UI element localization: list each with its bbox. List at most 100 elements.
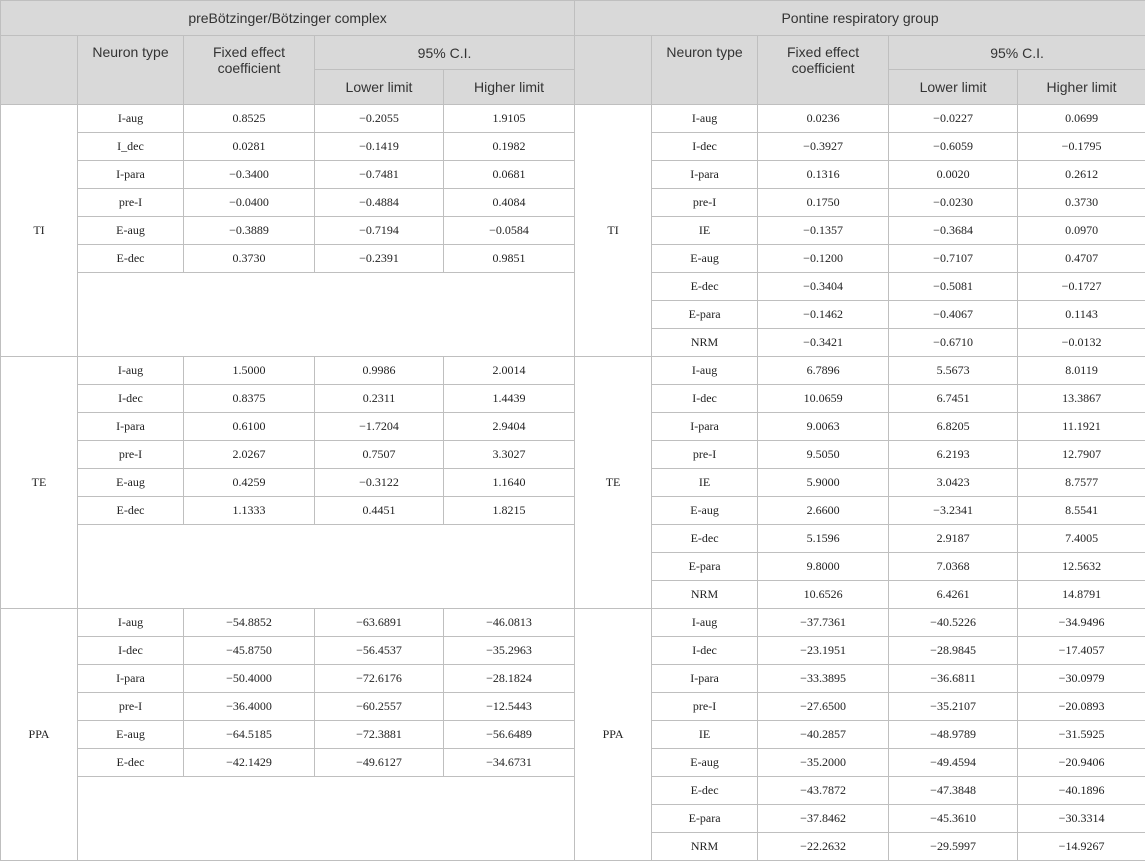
right-higher-limit-cell: −17.4057 [1017, 636, 1145, 665]
coefficients-table: preBötzinger/Bötzinger complex Pontine r… [0, 0, 1145, 861]
left-fixed-effect-cell: −0.3400 [183, 160, 315, 189]
left-fixed-effect-cell: 1.1333 [183, 496, 315, 525]
right-fixed-effect-cell: 9.8000 [757, 552, 890, 581]
right-fixed-effect-cell: −37.8462 [757, 804, 890, 833]
left-higher-limit-cell: −34.6731 [442, 748, 576, 777]
left-higher-limit-cell: 1.8215 [442, 496, 576, 525]
left-neuron-type-cell: I-dec [77, 636, 184, 665]
left-lower-limit-cell: −0.4884 [314, 188, 444, 217]
right-lower-limit-cell: 5.5673 [888, 356, 1019, 385]
left-neuron-type-cell: I-aug [77, 608, 184, 637]
right-higher-limit-cell: −0.1727 [1017, 272, 1145, 301]
right-higher-limit-cell: −14.9267 [1017, 832, 1145, 861]
right-lower-limit-cell: 6.2193 [888, 440, 1019, 469]
right-lower-limit-cell: −0.6059 [888, 132, 1019, 161]
left-higher-limit-cell: −28.1824 [442, 664, 576, 693]
left-lower-limit-cell: −56.4537 [314, 636, 444, 665]
empty-cell [76, 776, 576, 861]
right-higher-limit-cell: 0.2612 [1017, 160, 1145, 189]
left-fixed-effect-cell: −0.0400 [183, 188, 315, 217]
left-lower-limit-cell: −0.2055 [314, 104, 444, 133]
right-neuron-type-cell: I-para [651, 664, 759, 693]
right-section-label: TE [574, 356, 653, 609]
right-neuron-type-cell: IE [651, 216, 759, 245]
right-blank-header [574, 35, 653, 105]
left-neuron-type-cell: I-aug [77, 104, 184, 133]
right-higher-limit-cell: −30.0979 [1017, 664, 1145, 693]
left-lower-limit-cell: −60.2557 [314, 692, 444, 721]
right-fixed-effect-cell: −0.3421 [757, 328, 890, 357]
right-lower-limit-cell: −0.4067 [888, 300, 1019, 329]
right-fixed-effect-cell: −35.2000 [757, 748, 890, 777]
empty-cell [76, 524, 576, 609]
left-fixed-effect-header: Fixed effect coefficient [183, 35, 315, 105]
right-group-header: Pontine respiratory group [574, 0, 1145, 36]
right-lower-limit-cell: −45.3610 [888, 804, 1019, 833]
left-neuron-type-cell: pre-I [77, 440, 184, 469]
right-lower-limit-cell: −28.9845 [888, 636, 1019, 665]
right-lower-limit-cell: 7.0368 [888, 552, 1019, 581]
left-fixed-effect-cell: −45.8750 [183, 636, 315, 665]
left-fixed-effect-cell: −36.4000 [183, 692, 315, 721]
right-lower-limit-cell: −0.3684 [888, 216, 1019, 245]
right-neuron-type-cell: E-para [651, 804, 759, 833]
left-neuron-type-cell: E-aug [77, 216, 184, 245]
right-neuron-type-cell: pre-I [651, 188, 759, 217]
left-fixed-effect-cell: −42.1429 [183, 748, 315, 777]
table-row: E-dec −42.1429 −49.6127 −34.6731 E-aug −35.20… [1, 748, 1145, 777]
right-higher-limit-cell: 13.3867 [1017, 384, 1145, 413]
right-lower-limit-cell: 6.4261 [888, 580, 1019, 609]
left-lower-limit-cell: −49.6127 [314, 748, 444, 777]
right-fixed-effect-cell: −40.2857 [757, 720, 890, 749]
right-lower-limit-cell: −48.9789 [888, 720, 1019, 749]
left-fixed-effect-cell: 0.4259 [183, 468, 315, 497]
left-higher-limit-cell: 1.1640 [442, 468, 576, 497]
table-body: TI I-aug 0.8525 −0.2055 1.9105 TI I-aug 0.0236−… [0, 104, 1145, 861]
left-fixed-effect-cell: 0.0281 [183, 132, 315, 161]
right-ci-header: 95% C.I. [888, 35, 1145, 70]
left-higher-limit-cell: 1.4439 [442, 384, 576, 413]
left-higher-limit-cell: 0.0681 [442, 160, 576, 189]
right-neuron-type-cell: E-aug [651, 244, 759, 273]
left-lower-limit-cell: −72.3881 [314, 720, 444, 749]
table-row: E-dec 1.1333 0.4451 1.8215 E-aug 2.6600 −3.234… [1, 496, 1145, 525]
right-neuron-type-cell: E-dec [651, 272, 759, 301]
left-section-label: TI [0, 104, 78, 357]
right-fixed-effect-cell: −27.6500 [757, 692, 890, 721]
left-neuron-type-cell: pre-I [77, 188, 184, 217]
table-row: TI I-aug 0.8525 −0.2055 1.9105 TI I-aug 0.0236−… [0, 104, 1145, 357]
table-row: E-aug 0.4259 −0.3122 1.1640 IE 5.9000 3.0423 8.… [1, 468, 1145, 497]
left-lower-limit-cell: 0.4451 [314, 496, 444, 525]
right-fixed-effect-cell: −0.1462 [757, 300, 890, 329]
left-lower-limit-cell: −0.7481 [314, 160, 444, 189]
right-fixed-effect-cell: 10.6526 [757, 580, 890, 609]
right-fixed-effect-cell: −22.2632 [757, 832, 890, 861]
left-section-label: PPA [0, 608, 78, 861]
right-neuron-type-cell: I-dec [651, 384, 759, 413]
right-lower-limit-cell: 6.7451 [888, 384, 1019, 413]
right-neuron-type-cell: NRM [651, 328, 759, 357]
left-fixed-effect-cell: −0.3889 [183, 216, 315, 245]
left-higher-limit-cell: 0.9851 [442, 244, 576, 273]
right-higher-limit-cell: 0.4707 [1017, 244, 1145, 273]
table-row: pre-I 2.0267 0.7507 3.3027 pre-I 9.5050 6.2193… [1, 440, 1145, 469]
left-lower-limit-cell: 0.9986 [314, 356, 444, 385]
right-neuron-type-cell: E-dec [651, 776, 759, 805]
right-neuron-type-cell: E-para [651, 552, 759, 581]
table-row: E-dec −0.3404 −0.5081 −0.1727 [1, 272, 1145, 357]
left-neuron-type-cell: pre-I [77, 692, 184, 721]
right-fixed-effect-cell: −0.1200 [757, 244, 890, 273]
right-higher-limit-cell: −0.0132 [1017, 328, 1145, 357]
table-row: pre-I −36.4000 −60.2557 −12.5443 pre-I −27.65… [1, 692, 1145, 721]
right-higher-limit-cell: 0.0699 [1017, 104, 1145, 133]
right-lower-limit-cell: −49.4594 [888, 748, 1019, 777]
right-higher-limit-cell: 12.7907 [1017, 440, 1145, 469]
left-higher-limit-cell: 3.3027 [442, 440, 576, 469]
left-neuron-type-cell: I-para [77, 412, 184, 441]
table-row: E-aug −0.3889 −0.7194 −0.0584 IE −0.1357 −0.36… [1, 216, 1145, 245]
right-section-label: PPA [574, 608, 653, 861]
right-lower-limit-cell: 3.0423 [888, 468, 1019, 497]
right-lower-limit-cell: −0.0230 [888, 188, 1019, 217]
right-lower-limit-cell: 6.8205 [888, 412, 1019, 441]
right-higher-limit-cell: 7.4005 [1017, 524, 1145, 553]
